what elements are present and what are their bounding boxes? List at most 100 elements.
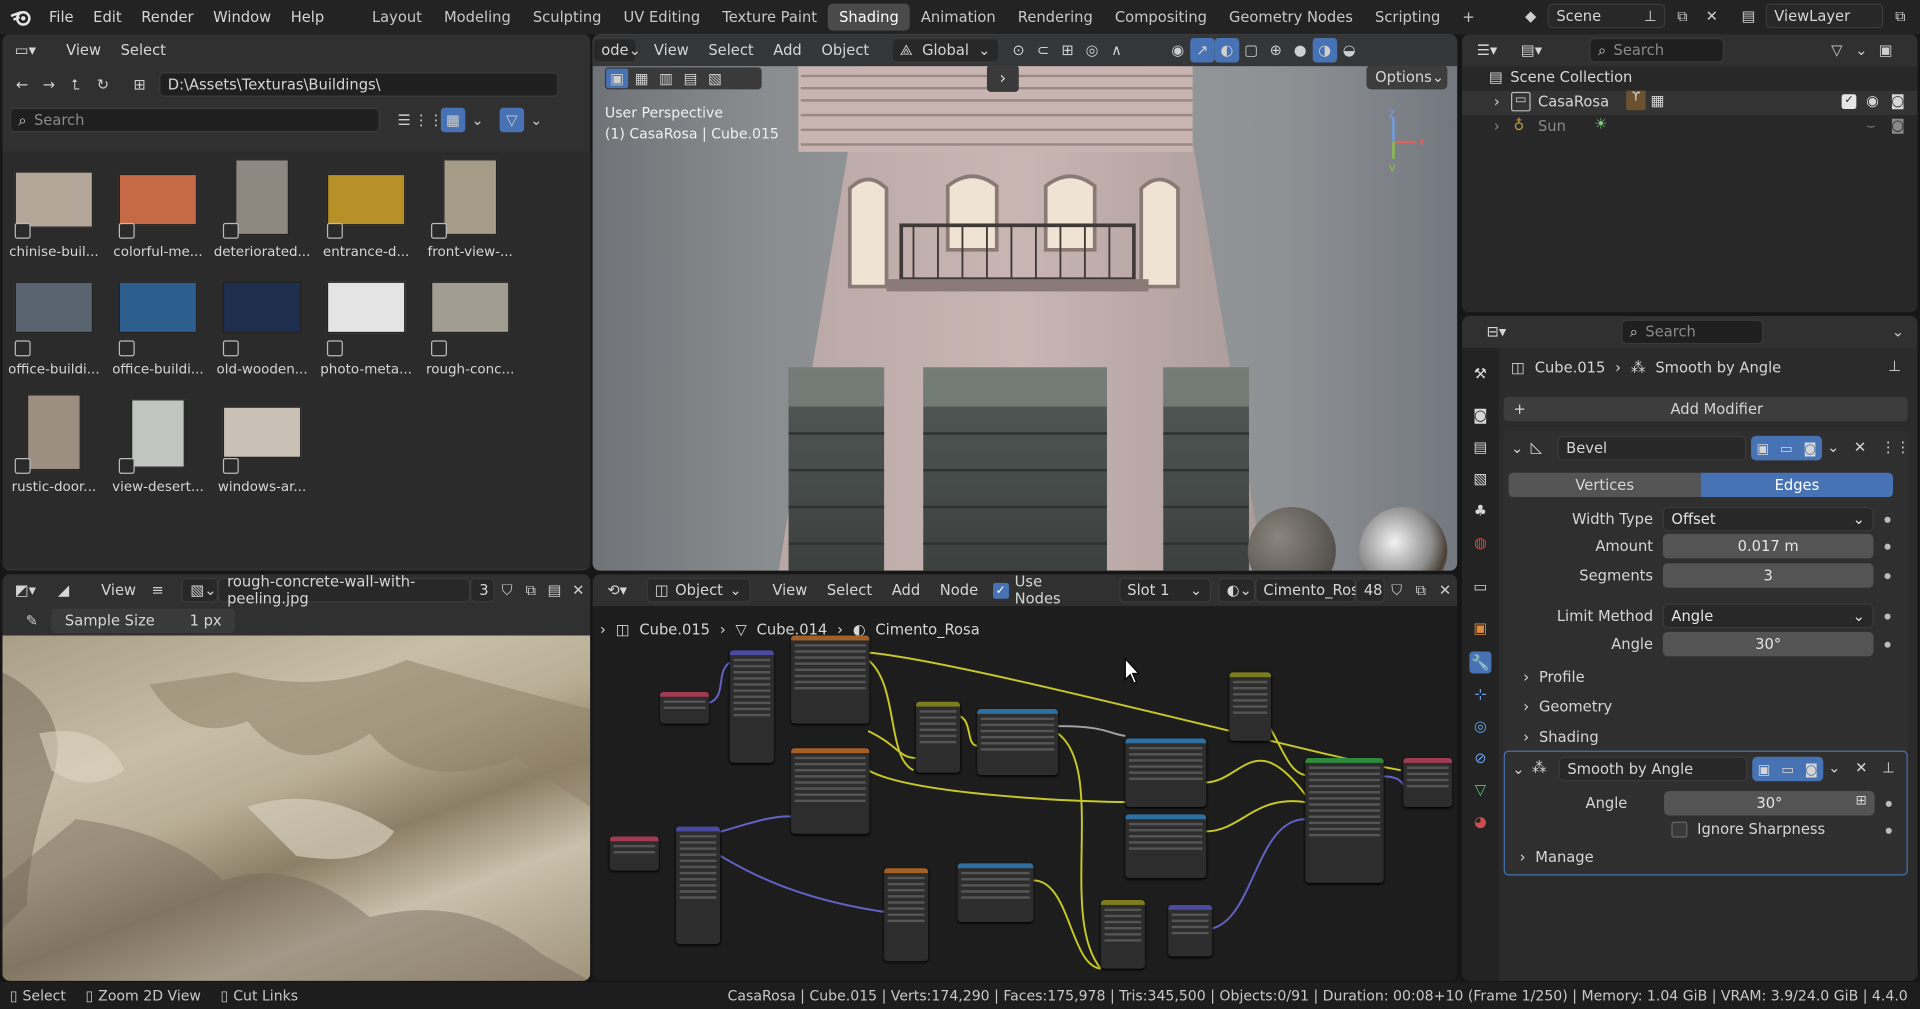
outliner-search-input[interactable]: ⌕ Search	[1589, 37, 1725, 63]
keyframe-dot-icon[interactable]	[1884, 641, 1891, 648]
file-thumbnail[interactable]: windows-ar...	[213, 394, 311, 502]
edit-mode-icon[interactable]: ▣	[1756, 440, 1769, 456]
sample-size-field[interactable]: Sample Size 1 px	[51, 608, 236, 634]
new-collection-icon[interactable]: ▣	[1873, 38, 1897, 62]
menu-add[interactable]: Add	[763, 42, 811, 59]
properties-search-input[interactable]: ⌕ Search	[1621, 319, 1764, 345]
render-icon[interactable]: ◙	[1805, 761, 1818, 777]
object-mode-dropdown[interactable]: ode ⌄	[592, 37, 641, 63]
collapse-chevron-icon[interactable]: ⌄	[1512, 760, 1524, 777]
display-mode-icon[interactable]: ▤▾	[1513, 38, 1555, 62]
bevel-visibility-toggles[interactable]: ▣ ▭ ◙	[1751, 435, 1823, 461]
outliner-row-casarosa[interactable]: › ▭ CasaRosa ϒ ▦ ✓ ◉ ◙	[1462, 90, 1918, 116]
keyframe-dot-icon[interactable]	[1885, 827, 1892, 834]
keyframe-dot-icon[interactable]	[1884, 543, 1891, 550]
drag-handle-icon[interactable]: ⋮⋮	[1881, 438, 1910, 455]
data-tab-icon[interactable]: ▽	[1469, 779, 1491, 801]
subpanel-profile[interactable]: › Profile	[1523, 669, 1584, 686]
image-browse-icon[interactable]: ▧⌄	[181, 577, 219, 603]
tab-geometry-nodes[interactable]: Geometry Nodes	[1218, 4, 1364, 31]
pivot-point-icon[interactable]: ⊙	[1006, 38, 1030, 62]
shader-node[interactable]	[791, 635, 870, 724]
delete-scene-icon[interactable]: ✕	[1700, 4, 1724, 28]
outliner-row-sun[interactable]: › ♁ Sun ☀ ⌣ ◙	[1462, 115, 1918, 139]
shader-node[interactable]	[1403, 757, 1453, 807]
eye-hidden-icon[interactable]: ⌣	[1866, 116, 1876, 134]
back-icon[interactable]: ←	[10, 72, 34, 96]
keyframe-dot-icon[interactable]	[1884, 573, 1891, 580]
scene-tab-icon[interactable]: ♣	[1469, 500, 1491, 522]
camera-icon[interactable]: ◙	[1891, 92, 1905, 109]
add-modifier-button[interactable]: + Add Modifier	[1503, 396, 1908, 422]
keyframe-dot-icon[interactable]	[1885, 800, 1892, 807]
keyframe-dot-icon[interactable]	[1884, 516, 1891, 523]
pin-icon[interactable]: ⊥	[1882, 759, 1895, 776]
tab-uv-editing[interactable]: UV Editing	[612, 4, 711, 31]
shader-node[interactable]	[915, 701, 961, 773]
file-thumbnail[interactable]: colorful-me...	[109, 159, 207, 267]
shader-node[interactable]	[1125, 814, 1207, 878]
smooth-visibility-toggles[interactable]: ▣ ▭ ◙	[1752, 756, 1824, 782]
tab-animation[interactable]: Animation	[910, 4, 1007, 31]
limit-method-dropdown[interactable]: Angle ⌄	[1662, 603, 1874, 629]
tab-layout[interactable]: Layout	[361, 4, 433, 31]
view-layer-icon[interactable]: ▤	[1736, 4, 1760, 28]
collection-tab-icon[interactable]: ▭	[1469, 576, 1491, 598]
blender-logo-icon[interactable]	[7, 5, 34, 29]
modifier-options-chevron-icon[interactable]: ⌄	[1827, 438, 1839, 455]
filter-chevron-icon[interactable]: ⌄	[1849, 38, 1873, 62]
tab-shading[interactable]: Shading	[828, 3, 910, 31]
file-thumbnail[interactable]: deteriorated...	[213, 159, 311, 267]
falloff-icon[interactable]: ∧	[1104, 38, 1128, 62]
forward-icon[interactable]: →	[37, 72, 61, 96]
shader-node[interactable]	[660, 691, 709, 724]
xray-icon[interactable]: ▢	[1239, 38, 1263, 62]
image-users-count[interactable]: 3	[470, 577, 496, 603]
close-image-icon[interactable]: ✕	[566, 578, 590, 602]
overlays-icon[interactable]: ◐	[1214, 37, 1239, 63]
bevel-angle-field[interactable]: 30°	[1662, 631, 1874, 657]
subpanel-shading[interactable]: › Shading	[1523, 729, 1598, 746]
tab-scripting[interactable]: Scripting	[1364, 4, 1451, 31]
refresh-icon[interactable]: ↻	[91, 72, 115, 96]
menu-select[interactable]: Select	[111, 42, 176, 59]
file-search-input[interactable]: ⌕ Search	[9, 107, 380, 133]
smooth-name-field[interactable]: Smooth by Angle	[1558, 756, 1748, 782]
modifier-options-chevron-icon[interactable]: ⌄	[1828, 759, 1840, 776]
display-thumbnails-icon[interactable]: ▦	[440, 107, 466, 133]
filter-icon[interactable]: ▽	[499, 107, 525, 133]
shader-node[interactable]	[791, 748, 870, 834]
physics-tab-icon[interactable]: ◎	[1469, 715, 1491, 737]
new-view-layer-icon[interactable]: ⧉	[1888, 4, 1912, 28]
shader-node[interactable]	[884, 868, 929, 962]
shader-node[interactable]	[729, 650, 774, 763]
expand-chevron-icon[interactable]: ›	[1494, 118, 1500, 135]
file-thumbnail[interactable]: rustic-door...	[5, 394, 103, 502]
exclude-checkbox-icon[interactable]: ✓	[1841, 94, 1857, 109]
menu-render[interactable]: Render	[131, 9, 203, 26]
file-thumbnail[interactable]: chinise-buil...	[5, 159, 103, 267]
shader-node[interactable]	[1100, 900, 1145, 969]
select-invert-icon[interactable]: ▧	[704, 69, 726, 89]
image-mode-icon[interactable]: ◢	[51, 578, 92, 602]
tab-edges[interactable]: Edges	[1700, 472, 1894, 498]
camera-icon[interactable]: ◙	[1891, 116, 1905, 133]
viewport-icon[interactable]: ▭	[1780, 440, 1793, 456]
scene-collection-row[interactable]: ▤ Scene Collection	[1489, 69, 1632, 86]
tab-rendering[interactable]: Rendering	[1007, 4, 1104, 31]
gizmo-icon[interactable]: ↗	[1190, 37, 1215, 63]
shader-node[interactable]	[1168, 904, 1213, 957]
object-tab-icon[interactable]: ▣	[1469, 617, 1491, 639]
menu-window[interactable]: Window	[203, 9, 281, 26]
file-thumbnail[interactable]: rough-conc...	[421, 277, 519, 385]
menu-help[interactable]: Help	[281, 9, 334, 26]
shader-node[interactable]	[1229, 672, 1272, 741]
image-name-field[interactable]: rough-concrete-wall-with-peeling.jpg	[218, 574, 471, 607]
menu-file[interactable]: File	[39, 9, 83, 26]
smooth-angle-field[interactable]: 30°	[1664, 791, 1875, 816]
subpanel-geometry[interactable]: › Geometry	[1523, 698, 1612, 715]
parent-directory-icon[interactable]: ⮤	[64, 72, 88, 96]
delete-modifier-icon[interactable]: ✕	[1855, 759, 1867, 776]
display-options-chevron-icon[interactable]: ⌄	[465, 108, 489, 132]
eye-icon[interactable]: ◉	[1866, 92, 1879, 109]
